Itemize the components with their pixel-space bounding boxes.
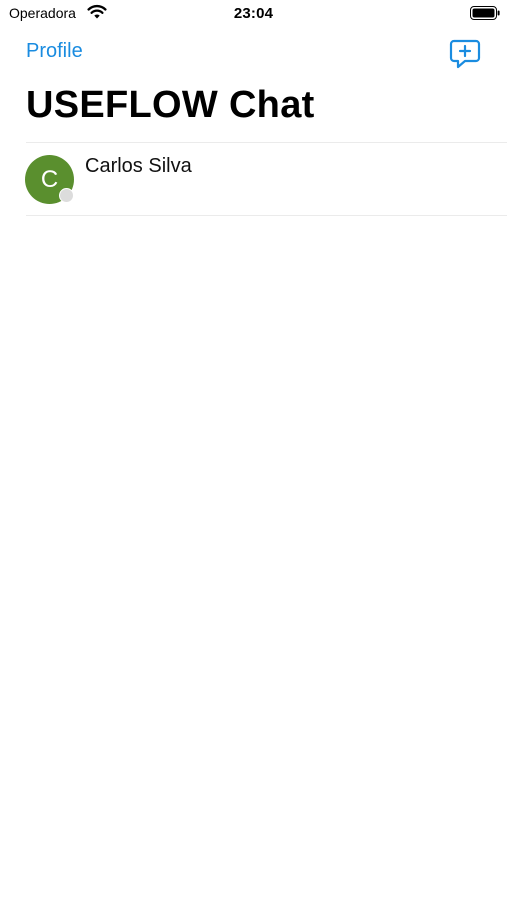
new-message-icon[interactable]: [448, 38, 482, 70]
contact-name: Carlos Silva: [85, 155, 192, 177]
page-title: USEFLOW Chat: [26, 84, 315, 126]
list-divider: [26, 215, 507, 216]
status-bar: Operadora 23:04: [0, 0, 507, 30]
chat-list-item[interactable]: C Carlos Silva: [0, 143, 507, 215]
profile-button[interactable]: Profile: [26, 40, 83, 63]
clock: 23:04: [233, 5, 274, 22]
battery-icon: [470, 6, 500, 20]
presence-status-dot: [59, 188, 74, 203]
